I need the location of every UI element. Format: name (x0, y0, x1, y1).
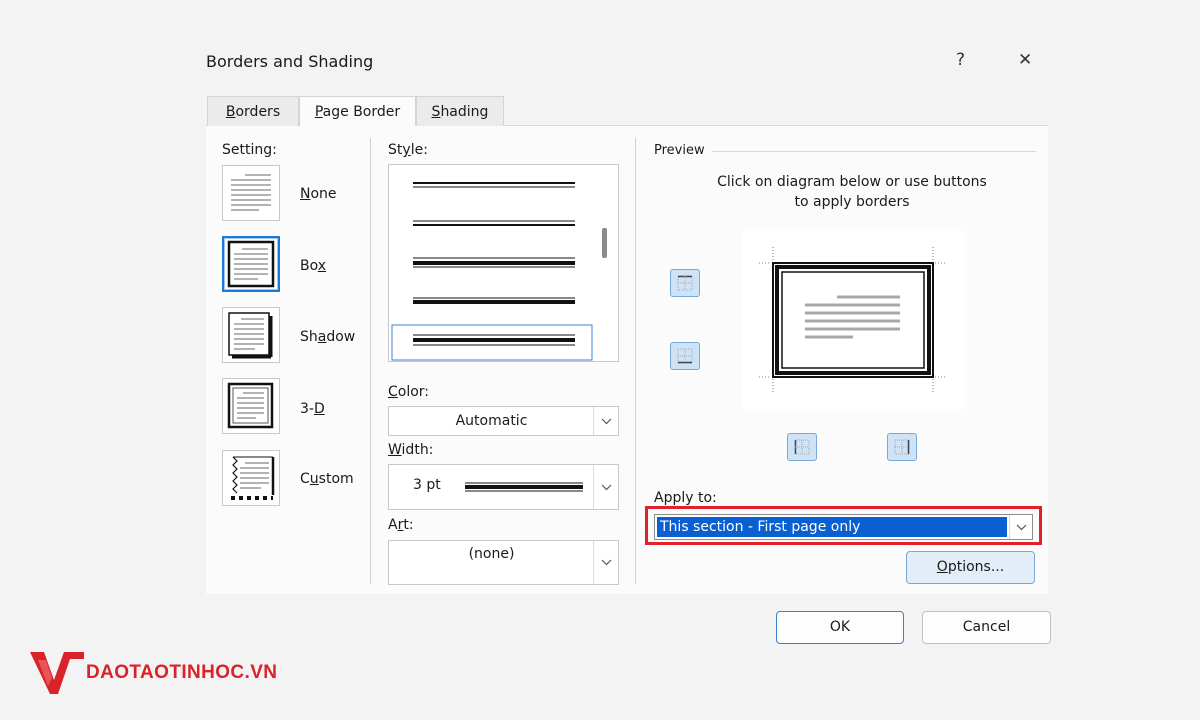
apply-to-label: Apply to: (654, 490, 717, 506)
tab-borders-label: Borders (225, 104, 281, 120)
border-left-icon (794, 439, 810, 455)
setting-label: Setting: (222, 142, 277, 158)
tab-shading-label: Shading (431, 104, 489, 120)
setting-none-label[interactable]: None (300, 186, 337, 202)
options-button[interactable]: Options... (906, 551, 1035, 584)
setting-none-icon[interactable] (222, 165, 280, 221)
chevron-down-icon[interactable] (593, 465, 618, 509)
art-value: (none) (468, 546, 515, 562)
tab-page-border-label: Page Border (314, 104, 401, 120)
art-dropdown[interactable]: (none) (388, 540, 619, 585)
width-dropdown[interactable]: 3 pt (388, 464, 619, 510)
setting-custom-icon[interactable] (222, 450, 280, 506)
setting-3d-icon[interactable] (222, 378, 280, 434)
brand-logo-text: DAOTAOTINHOC.VN (86, 662, 278, 683)
width-line-sample (465, 482, 583, 492)
border-top-icon (677, 275, 693, 291)
color-dropdown[interactable]: Automatic (388, 406, 619, 436)
preview-hint-line2: to apply borders (794, 194, 910, 210)
preview-hint-line1: Click on diagram below or use buttons (717, 174, 987, 190)
setting-box-icon[interactable] (222, 236, 280, 292)
tab-borders[interactable]: Borders (207, 96, 299, 126)
chevron-down-icon[interactable] (593, 541, 618, 584)
setting-box-label[interactable]: Box (300, 258, 326, 274)
brand-logo-mark (30, 650, 84, 700)
bottom-border-button[interactable] (670, 342, 700, 370)
border-bottom-icon (677, 348, 693, 364)
column-divider (370, 138, 371, 584)
border-right-icon (894, 439, 910, 455)
preview-label: Preview (654, 143, 705, 158)
style-label: Style: (388, 142, 428, 158)
close-button[interactable]: ✕ (1018, 50, 1032, 70)
left-border-button[interactable] (787, 433, 817, 461)
setting-3d-label[interactable]: 3-D (300, 401, 325, 417)
style-list-lines[interactable] (389, 165, 618, 361)
width-label: Width: (388, 442, 434, 458)
width-value: 3 pt (413, 477, 441, 493)
dialog-title: Borders and Shading (206, 52, 374, 71)
setting-shadow-label[interactable]: Shadow (300, 329, 355, 345)
color-label: Color: (388, 384, 430, 400)
style-list[interactable] (388, 164, 619, 362)
art-label: Art: (388, 517, 414, 533)
color-value: Automatic (455, 413, 528, 429)
setting-shadow-icon[interactable] (222, 307, 280, 363)
ok-button[interactable]: OK (776, 611, 904, 644)
style-list-scrollbar[interactable] (602, 228, 607, 258)
top-border-button[interactable] (670, 269, 700, 297)
right-border-button[interactable] (887, 433, 917, 461)
setting-custom-label[interactable]: Custom (300, 471, 354, 487)
help-button[interactable]: ? (956, 50, 965, 70)
cancel-button[interactable]: Cancel (922, 611, 1051, 644)
preview-diagram[interactable] (741, 231, 964, 409)
column-divider (635, 138, 636, 584)
options-button-label: Options... (936, 559, 1005, 575)
highlight-box (645, 506, 1042, 545)
preview-divider (712, 151, 1036, 152)
preview-hint: Click on diagram below or use buttons to… (654, 172, 1050, 212)
tab-page-border[interactable]: Page Border (299, 96, 416, 127)
preview-page[interactable] (741, 231, 964, 409)
tab-shading[interactable]: Shading (416, 96, 504, 126)
chevron-down-icon[interactable] (593, 407, 618, 435)
